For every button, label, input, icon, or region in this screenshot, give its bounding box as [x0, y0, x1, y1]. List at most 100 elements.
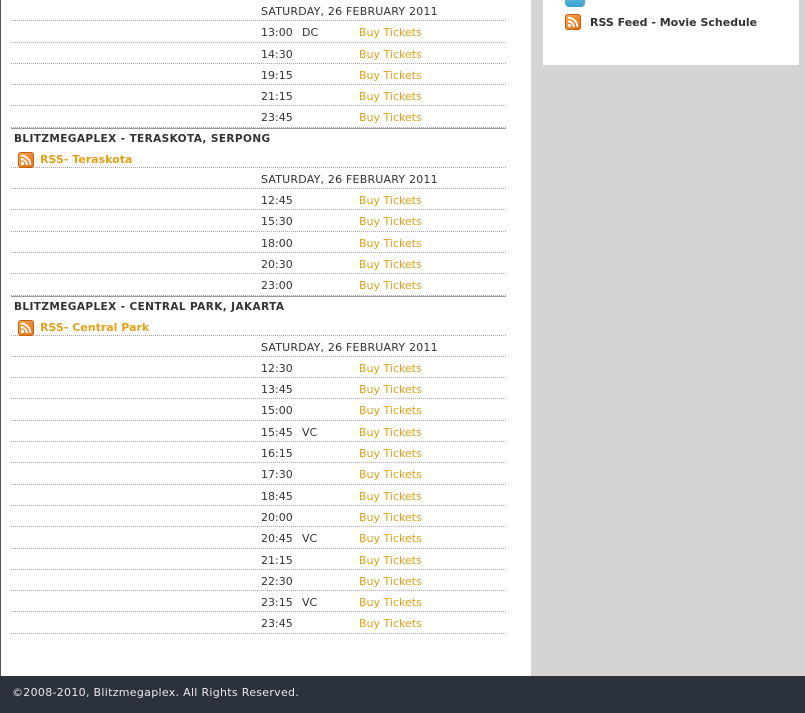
showtime: 18:00: [261, 236, 293, 250]
rss-feed-movie-schedule-link[interactable]: RSS Feed - Movie Schedule: [565, 14, 757, 30]
cinema-header: BLITZMEGAPLEX - CENTRAL PARK, JAKARTA RSS…: [11, 295, 506, 336]
social-icon[interactable]: [565, 0, 585, 7]
main-content-panel: SATURDAY, 26 FEBRUARY 2011 13:00 DC Buy Tic…: [0, 0, 531, 676]
showtime: 14:30: [261, 47, 293, 61]
cinema-name: BLITZMEGAPLEX - CENTRAL PARK, JAKARTA: [14, 300, 285, 313]
showtime: 16:15: [261, 447, 293, 461]
showtime: 23:15: [261, 596, 293, 610]
showtime-row: 12:45 Buy Tickets: [11, 189, 506, 211]
showtime: 19:15: [261, 68, 293, 82]
buy-tickets-link[interactable]: Buy Tickets: [359, 194, 422, 207]
cinema-rss-link[interactable]: RSS- Teraskota: [18, 151, 133, 168]
showtime-row: 19:15 Buy Tickets: [11, 64, 506, 86]
showtime: 13:45: [261, 383, 293, 397]
showtime-row: 22:30 Buy Tickets: [11, 570, 506, 592]
showtime: 21:15: [261, 553, 293, 567]
buy-tickets-link[interactable]: Buy Tickets: [359, 48, 422, 61]
showtime: 18:45: [261, 489, 293, 503]
showtime: 17:30: [261, 468, 293, 482]
showtime-row: 23:45 Buy Tickets: [11, 106, 506, 128]
showtime: 23:00: [261, 279, 293, 293]
schedule-date: SATURDAY, 26 FEBRUARY 2011: [261, 340, 438, 354]
buy-tickets-link[interactable]: Buy Tickets: [359, 617, 422, 630]
buy-tickets-link[interactable]: Buy Tickets: [359, 237, 422, 250]
showtime-row: 13:45 Buy Tickets: [11, 378, 506, 400]
screen-format: DC: [302, 26, 319, 40]
cinema-rss-label: RSS- Central Park: [40, 321, 150, 335]
buy-tickets-link[interactable]: Buy Tickets: [359, 468, 422, 481]
rss-icon: [565, 14, 581, 30]
showtime: 21:15: [261, 90, 293, 104]
showtime-row: 23:00 Buy Tickets: [11, 274, 506, 296]
buy-tickets-link[interactable]: Buy Tickets: [359, 490, 422, 503]
buy-tickets-link[interactable]: Buy Tickets: [359, 596, 422, 609]
buy-tickets-link[interactable]: Buy Tickets: [359, 511, 422, 524]
schedule-date: SATURDAY, 26 FEBRUARY 2011: [261, 172, 438, 186]
showtime: 20:00: [261, 510, 293, 524]
showtime-row: 12:30 Buy Tickets: [11, 357, 506, 379]
schedule-date-row: SATURDAY, 26 FEBRUARY 2011: [11, 336, 506, 357]
buy-tickets-link[interactable]: Buy Tickets: [359, 362, 422, 375]
cinema-name: BLITZMEGAPLEX - TERASKOTA, SERPONG: [14, 132, 271, 145]
schedule-date-row: SATURDAY, 26 FEBRUARY 2011: [11, 0, 506, 22]
buy-tickets-link[interactable]: Buy Tickets: [359, 111, 422, 124]
showtime: 12:30: [261, 361, 293, 375]
showtime-row: 20:00 Buy Tickets: [11, 506, 506, 528]
showtime: 23:45: [261, 617, 293, 631]
showtime-row: 17:30 Buy Tickets: [11, 463, 506, 485]
showtime-row: 23:15 VC Buy Tickets: [11, 591, 506, 613]
buy-tickets-link[interactable]: Buy Tickets: [359, 554, 422, 567]
showtime: 13:00: [261, 26, 293, 40]
cinema-rss-label: RSS- Teraskota: [40, 153, 133, 167]
showtime: 23:45: [261, 111, 293, 125]
rss-icon: [18, 319, 34, 336]
rss-feed-label: RSS Feed - Movie Schedule: [590, 15, 758, 29]
schedule-date-row: SATURDAY, 26 FEBRUARY 2011: [11, 168, 506, 190]
screen-format: VC: [302, 532, 318, 546]
schedule-date: SATURDAY, 26 FEBRUARY 2011: [261, 5, 438, 18]
showtime-row: 15:00 Buy Tickets: [11, 399, 506, 421]
screen-format: VC: [302, 596, 318, 610]
cinema-schedule-section: BLITZMEGAPLEX - TERASKOTA, SERPONG RSS- T…: [11, 127, 506, 296]
showtime: 20:45: [261, 532, 293, 546]
showtime-row: 21:15 Buy Tickets: [11, 85, 506, 107]
showtime-row: 23:45 Buy Tickets: [11, 612, 506, 634]
showtime-row: 20:45 VC Buy Tickets: [11, 527, 506, 549]
showtime-row: 21:15 Buy Tickets: [11, 549, 506, 570]
rss-icon: [18, 151, 34, 168]
buy-tickets-link[interactable]: Buy Tickets: [359, 26, 422, 39]
cinema-rss-link[interactable]: RSS- Central Park: [18, 319, 150, 336]
cinema-header: BLITZMEGAPLEX - TERASKOTA, SERPONG RSS- T…: [11, 127, 506, 168]
showtime-row: 14:30 Buy Tickets: [11, 43, 506, 64]
showtime: 20:30: [261, 257, 293, 271]
cinema-schedule-section: BLITZMEGAPLEX - CENTRAL PARK, JAKARTA RSS…: [11, 295, 506, 634]
footer: ©2008-2010, Blitzmegaplex. All Rights Re…: [0, 676, 805, 713]
sidebar-box: RSS Feed - Movie Schedule: [543, 0, 799, 65]
showtime: 12:45: [261, 194, 293, 208]
cinema-schedule-section: SATURDAY, 26 FEBRUARY 2011 13:00 DC Buy Tic…: [11, 0, 506, 128]
schedule-list: SATURDAY, 26 FEBRUARY 2011 13:00 DC Buy Tic…: [11, 0, 506, 634]
buy-tickets-link[interactable]: Buy Tickets: [359, 69, 422, 82]
showtime-row: 18:00 Buy Tickets: [11, 232, 506, 253]
showtime-row: 15:30 Buy Tickets: [11, 210, 506, 232]
showtime-row: 15:45 VC Buy Tickets: [11, 421, 506, 443]
buy-tickets-link[interactable]: Buy Tickets: [359, 258, 422, 271]
showtime-row: 16:15 Buy Tickets: [11, 442, 506, 464]
screen-format: VC: [302, 425, 318, 439]
showtime: 15:30: [261, 215, 293, 229]
buy-tickets-link[interactable]: Buy Tickets: [359, 279, 422, 292]
showtime-row: 20:30 Buy Tickets: [11, 253, 506, 275]
buy-tickets-link[interactable]: Buy Tickets: [359, 215, 422, 228]
showtime: 15:00: [261, 404, 293, 418]
showtime-row: 13:00 DC Buy Tickets: [11, 21, 506, 43]
buy-tickets-link[interactable]: Buy Tickets: [359, 404, 422, 417]
showtime: 15:45: [261, 425, 293, 439]
buy-tickets-link[interactable]: Buy Tickets: [359, 383, 422, 396]
buy-tickets-link[interactable]: Buy Tickets: [359, 447, 422, 460]
buy-tickets-link[interactable]: Buy Tickets: [359, 426, 422, 439]
showtime-row: 18:45 Buy Tickets: [11, 485, 506, 506]
showtime: 22:30: [261, 574, 293, 588]
buy-tickets-link[interactable]: Buy Tickets: [359, 575, 422, 588]
buy-tickets-link[interactable]: Buy Tickets: [359, 532, 422, 545]
buy-tickets-link[interactable]: Buy Tickets: [359, 90, 422, 103]
